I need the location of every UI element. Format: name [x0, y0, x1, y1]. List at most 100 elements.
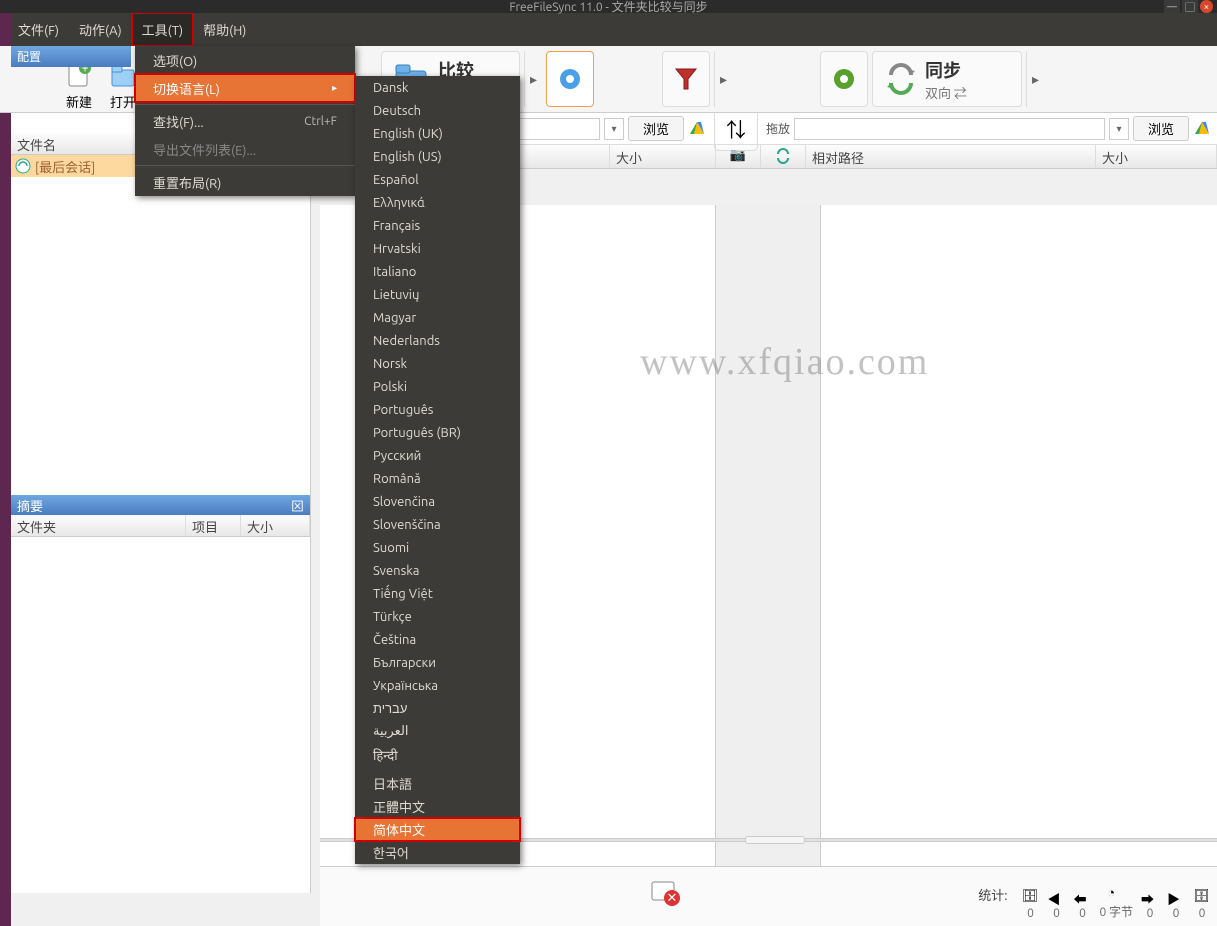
bidir-icon: ⇄ — [954, 87, 967, 101]
language-option-simplified-chinese[interactable]: 简体中文 — [355, 818, 520, 841]
menu-file[interactable]: 文件(F) — [8, 13, 69, 46]
tools-dropdown: 选项(O) 切换语言(L) ▸ 查找(F)... Ctrl+F 导出文件列表(E… — [135, 46, 355, 196]
col-left-size[interactable]: 大小 — [610, 145, 716, 168]
sync-dropdown-arrow[interactable]: ▸ — [1026, 51, 1044, 107]
language-option[interactable]: Slovenčina — [355, 490, 520, 513]
language-option[interactable]: Tiếng Việt — [355, 582, 520, 605]
language-option[interactable]: Italiano — [355, 260, 520, 283]
status-bar-area: ✕ 统计: 🗄0 ◀0 ⬅0 ◔0 字节 ➡0 ▶0 🗄0 — [320, 866, 1217, 926]
language-option[interactable]: Hrvatski — [355, 237, 520, 260]
language-option[interactable]: Suomi — [355, 536, 520, 559]
language-option[interactable]: עברית — [355, 697, 520, 720]
menu-reset-layout[interactable]: 重置布局(R) — [135, 168, 355, 196]
menu-separator — [135, 165, 355, 166]
menu-help[interactable]: 帮助(H) — [193, 13, 256, 46]
sync-button[interactable]: 同步 双向 ⇄ — [872, 51, 1022, 107]
stat-val-1: 0 — [1027, 907, 1034, 920]
menu-bar: 文件(F) 动作(A) 工具(T) 帮助(H) — [0, 13, 1217, 46]
language-option[interactable]: Dansk — [355, 76, 520, 99]
funnel-icon — [672, 65, 700, 93]
camera-icon: 📷 — [730, 148, 746, 165]
language-option[interactable]: Українська — [355, 674, 520, 697]
language-option[interactable]: English (UK) — [355, 122, 520, 145]
language-option[interactable]: Čeština — [355, 628, 520, 651]
menu-find[interactable]: 查找(F)... Ctrl+F — [135, 107, 355, 135]
sumcol-items[interactable]: 项目 — [186, 515, 241, 536]
language-option[interactable]: Română — [355, 467, 520, 490]
language-option[interactable]: Български — [355, 651, 520, 674]
menu-action[interactable]: 动作(A) — [69, 13, 132, 46]
language-option[interactable]: 한국어 — [355, 841, 520, 864]
language-option[interactable]: Türkçe — [355, 605, 520, 628]
stat-leftdel-icon: ⬅ — [1073, 889, 1091, 905]
col-right-size[interactable]: 大小 — [1096, 145, 1217, 168]
menu-switch-language[interactable]: 切换语言(L) ▸ — [135, 74, 355, 102]
language-option[interactable]: Español — [355, 168, 520, 191]
menu-options[interactable]: 选项(O) — [135, 46, 355, 74]
left-path-dropdown[interactable]: ▾ — [604, 118, 624, 140]
stat-val-6: 0 — [1199, 907, 1206, 920]
language-option[interactable]: Français — [355, 214, 520, 237]
menu-export-list: 导出文件列表(E)... — [135, 135, 355, 163]
sync-settings-button[interactable] — [820, 51, 868, 107]
filter-button[interactable] — [662, 51, 710, 107]
right-browse-button[interactable]: 浏览 — [1133, 116, 1189, 141]
stat-db-icon: 🗄 — [1021, 889, 1039, 905]
compare-dropdown-arrow[interactable]: ▸ — [524, 51, 542, 107]
left-cloud-icon[interactable] — [688, 120, 706, 138]
language-option[interactable]: Polski — [355, 375, 520, 398]
stat-rightdel-icon: ➡ — [1141, 889, 1159, 905]
language-option[interactable]: 日本語 — [355, 772, 520, 795]
svg-text:✕: ✕ — [667, 891, 678, 905]
summary-header[interactable]: 摘要 ⊠ — [11, 495, 310, 515]
compare-settings-button[interactable] — [546, 51, 594, 107]
language-option[interactable]: 正體中文 — [355, 795, 520, 818]
config-panel-header: 配置 — [11, 46, 131, 67]
watermark-text: www.xfqiao.com — [640, 340, 929, 384]
left-launcher-strip — [0, 13, 11, 926]
find-shortcut: Ctrl+F — [304, 115, 337, 128]
language-option[interactable]: Lietuvių — [355, 283, 520, 306]
stat-val-3: 0 — [1079, 907, 1086, 920]
sumcol-folder[interactable]: 文件夹 — [11, 515, 186, 536]
language-option[interactable]: Norsk — [355, 352, 520, 375]
language-option[interactable]: Русский — [355, 444, 520, 467]
sumcol-size[interactable]: 大小 — [241, 515, 310, 536]
filter-dropdown-arrow[interactable]: ▸ — [714, 51, 732, 107]
gear-blue-icon — [556, 65, 584, 93]
error-badge-icon[interactable]: ✕ — [650, 876, 680, 906]
left-browse-button[interactable]: 浏览 — [628, 116, 684, 141]
col-right-relpath[interactable]: 相对路径 — [806, 145, 1096, 168]
new-label: 新建 — [66, 92, 92, 111]
stat-pie-icon: ◔ — [1107, 885, 1125, 901]
language-option[interactable]: Magyar — [355, 306, 520, 329]
sync-subtitle: 双向 — [925, 87, 951, 101]
language-option[interactable]: Ελληνικά — [355, 191, 520, 214]
statistics-bar: 统计: 🗄0 ◀0 ⬅0 ◔0 字节 ➡0 ▶0 🗄0 — [978, 885, 1211, 920]
language-option[interactable]: Svenska — [355, 559, 520, 582]
language-option[interactable]: Deutsch — [355, 99, 520, 122]
language-option[interactable]: Português — [355, 398, 520, 421]
col-mid-sync[interactable] — [761, 145, 806, 168]
right-path-input[interactable] — [794, 118, 1105, 140]
language-option[interactable]: Slovenščina — [355, 513, 520, 536]
language-option[interactable]: Português (BR) — [355, 421, 520, 444]
swap-sides-button[interactable]: ⇅ — [714, 107, 758, 151]
language-option[interactable]: Nederlands — [355, 329, 520, 352]
language-option[interactable]: English (US) — [355, 145, 520, 168]
close-button[interactable]: × — [1200, 0, 1213, 13]
stats-label: 统计: — [978, 885, 1007, 920]
sync-small-icon — [15, 158, 31, 174]
right-path-dropdown[interactable]: ▾ — [1109, 118, 1129, 140]
minimize-button[interactable]: — — [1164, 0, 1180, 13]
right-cloud-icon[interactable] — [1193, 120, 1211, 138]
summary-body — [11, 537, 310, 867]
summary-close-icon[interactable]: ⊠ — [291, 496, 304, 515]
language-option[interactable]: العربية — [355, 720, 520, 743]
middle-action-column — [715, 205, 821, 866]
splitter-handle[interactable] — [745, 836, 805, 844]
col-mid-camera[interactable]: 📷 — [716, 145, 761, 168]
maximize-button[interactable]: ▢ — [1182, 0, 1198, 13]
language-option[interactable]: हिन्दी — [355, 743, 520, 766]
menu-tools[interactable]: 工具(T) — [132, 13, 193, 46]
